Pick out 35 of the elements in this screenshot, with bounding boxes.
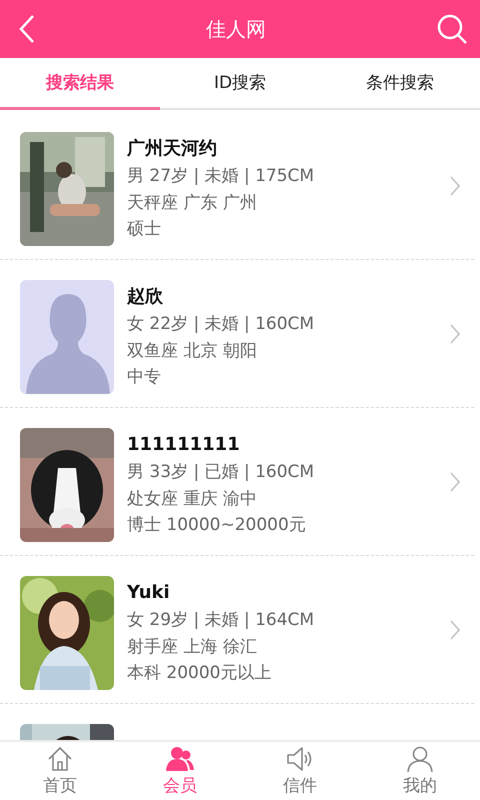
chevron-right-icon	[450, 620, 460, 640]
member-details: 男 27岁 | 未婚 | 175CM	[127, 165, 316, 188]
member-name: 广州天河约	[127, 137, 218, 161]
member-details: 女 22岁 | 未婚 | 160CM	[127, 313, 316, 336]
tab[interactable]: ID搜索	[160, 58, 320, 110]
back-icon[interactable]	[18, 14, 36, 44]
member-location: 天秤座 广东 广州	[127, 192, 258, 214]
home-icon	[47, 746, 73, 772]
person-icon	[407, 746, 433, 772]
nav-tab[interactable]: 首页	[0, 742, 120, 800]
nav-tab[interactable]: 会员	[120, 742, 240, 800]
member-education: 硕士	[127, 218, 162, 241]
member-name: 赵欣	[127, 285, 164, 309]
tab[interactable]: 搜索结果	[0, 58, 160, 110]
people-icon	[166, 746, 194, 772]
member-education: 中专	[127, 366, 162, 389]
chevron-right-icon	[450, 324, 460, 344]
app-title: 佳人网	[206, 16, 266, 42]
member-education: 博士 10000~20000元	[127, 514, 307, 537]
member-details: 男 33岁 | 已婚 | 160CM	[127, 461, 316, 484]
chevron-right-icon	[450, 472, 460, 492]
avatar-placeholder-icon	[20, 280, 114, 394]
member-location: 射手座 上海 徐汇	[127, 636, 258, 658]
speaker-icon	[286, 746, 314, 772]
member-education: 本科 20000元以上	[127, 662, 272, 685]
member-location: 处女座 重庆 渝中	[127, 488, 258, 510]
member-location: 双鱼座 北京 朝阳	[127, 340, 258, 362]
chevron-right-icon	[450, 176, 460, 196]
member-name: 111111111	[127, 433, 241, 457]
nav-tab[interactable]: 信件	[240, 742, 360, 800]
tab[interactable]: 条件搜索	[320, 58, 480, 110]
member-details: 女 29岁 | 未婚 | 164CM	[127, 609, 316, 632]
search-icon[interactable]	[436, 13, 468, 45]
member-name: Yuki	[127, 581, 171, 605]
nav-tab[interactable]: 我的	[360, 742, 480, 800]
